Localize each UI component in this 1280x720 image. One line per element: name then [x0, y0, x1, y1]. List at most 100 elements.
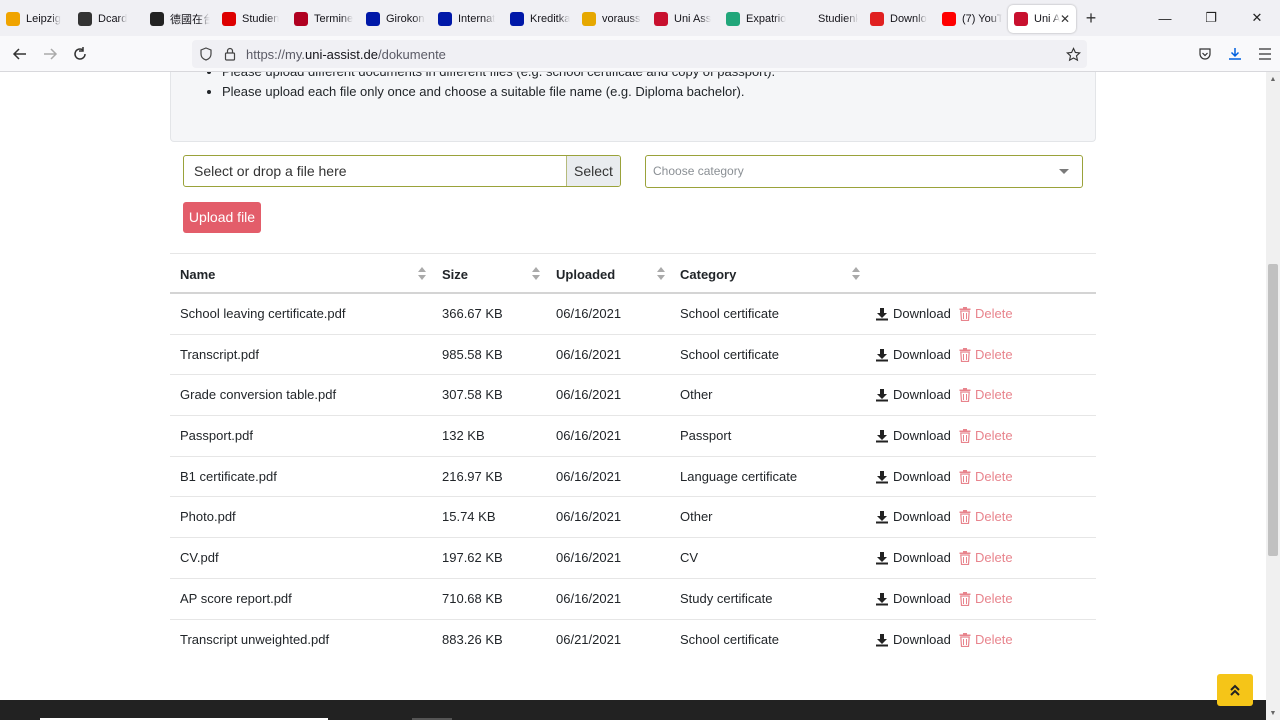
download-button[interactable]: Download	[875, 294, 951, 334]
delete-label: Delete	[975, 631, 1013, 647]
browser-tab[interactable]: Studienkolle	[792, 5, 864, 33]
delete-label: Delete	[975, 387, 1013, 403]
browser-tab[interactable]: Studien	[216, 5, 288, 33]
file-category: Passport	[680, 428, 732, 444]
delete-button[interactable]: Delete	[959, 497, 1013, 537]
table-row: Transcript unweighted.pdf 883.26 KB 06/21/…	[170, 620, 1096, 661]
select-file-button[interactable]: Select	[566, 156, 620, 186]
file-drop-input[interactable]: Select or drop a file here	[184, 156, 566, 186]
lock-icon[interactable]	[218, 40, 242, 68]
bookmark-star-icon[interactable]	[1061, 40, 1085, 68]
browser-tab[interactable]: vorauss	[576, 5, 648, 33]
youtube-icon	[942, 12, 956, 26]
shield-icon[interactable]	[194, 40, 218, 68]
download-icon	[876, 633, 888, 646]
upload-date: 06/16/2021	[556, 346, 622, 362]
scroll-down-icon[interactable]: ▼	[1266, 706, 1280, 720]
pocket-icon[interactable]	[1190, 47, 1220, 61]
tab-label: 德國在台	[170, 14, 210, 26]
browser-tab[interactable]: Girokon	[360, 5, 432, 33]
download-button[interactable]: Download	[875, 375, 951, 415]
tab-label: Uni Ass	[674, 13, 712, 25]
close-window-icon[interactable]: ✕	[1234, 0, 1280, 36]
browser-tab[interactable]: Termine	[288, 5, 360, 33]
file-size: 307.58 KB	[442, 387, 503, 403]
download-label: Download	[893, 387, 951, 403]
browser-tab[interactable]: Kreditka	[504, 5, 576, 33]
download-button[interactable]: Download	[875, 335, 951, 375]
tab-label: Leipzig	[26, 13, 61, 25]
sort-icon[interactable]	[852, 267, 861, 281]
delete-button[interactable]: Delete	[959, 579, 1013, 619]
browser-tab[interactable]: Downlo	[864, 5, 936, 33]
download-label: Download	[893, 468, 951, 484]
table-row: AP score report.pdf 710.68 KB 06/16/2021 St…	[170, 579, 1096, 620]
file-category: Other	[680, 387, 713, 403]
browser-tab[interactable]: Dcard	[72, 5, 144, 33]
browser-tab[interactable]: 德國在台	[144, 5, 216, 33]
header-size[interactable]: Size	[442, 254, 468, 295]
scroll-up-icon[interactable]: ▲	[1266, 72, 1280, 86]
file-name: Photo.pdf	[180, 509, 236, 525]
header-size-label: Size	[442, 267, 469, 282]
browser-tab[interactable]: Expatrio	[720, 5, 792, 33]
downloads-icon[interactable]	[1220, 47, 1250, 61]
delete-button[interactable]: Delete	[959, 620, 1013, 660]
scroll-to-top-button[interactable]	[1217, 674, 1253, 706]
download-button[interactable]: Download	[875, 620, 951, 660]
new-tab-button[interactable]: +	[1076, 8, 1106, 29]
header-category[interactable]: Category	[680, 254, 736, 295]
sort-icon[interactable]	[532, 267, 541, 281]
upload-file-button[interactable]: Upload file	[183, 202, 261, 233]
tab-label: Downlo	[890, 13, 927, 25]
upload-notice: Please upload different documents in dif…	[170, 72, 1096, 142]
forward-icon[interactable]	[35, 39, 65, 69]
browser-tab[interactable]: Uni Ass	[648, 5, 720, 33]
trash-icon	[959, 307, 971, 321]
download-label: Download	[893, 550, 951, 566]
delete-button[interactable]: Delete	[959, 335, 1013, 375]
upload-date: 06/16/2021	[556, 468, 622, 484]
category-select[interactable]: Choose category	[645, 155, 1083, 188]
scrollbar-thumb[interactable]	[1268, 264, 1278, 556]
browser-tab[interactable]: Uni A ✕	[1008, 5, 1076, 33]
download-button[interactable]: Download	[875, 579, 951, 619]
download-icon	[876, 552, 888, 565]
header-category-label: Category	[680, 267, 737, 282]
de-flag-icon	[222, 12, 236, 26]
delete-button[interactable]: Delete	[959, 416, 1013, 456]
header-uploaded[interactable]: Uploaded	[556, 254, 615, 295]
page-scrollbar[interactable]: ▲ ▼	[1266, 72, 1280, 720]
download-label: Download	[893, 306, 951, 321]
sort-icon[interactable]	[418, 267, 427, 281]
browser-tab[interactable]: (7) YouT	[936, 5, 1008, 33]
close-tab-icon[interactable]: ✕	[1060, 12, 1070, 26]
toolbar-right	[1190, 36, 1280, 72]
download-button[interactable]: Download	[875, 497, 951, 537]
browser-tab[interactable]: Internat	[432, 5, 504, 33]
upload-date: 06/16/2021	[556, 306, 622, 321]
download-icon	[876, 592, 888, 606]
download-icon	[876, 511, 888, 524]
header-name[interactable]: Name	[180, 254, 215, 295]
delete-button[interactable]: Delete	[959, 294, 1013, 334]
delete-button[interactable]: Delete	[959, 457, 1013, 497]
file-category: School certificate	[680, 346, 779, 362]
download-button[interactable]: Download	[875, 416, 951, 456]
download-button[interactable]: Download	[875, 538, 951, 578]
reload-icon[interactable]	[65, 39, 95, 69]
address-bar[interactable]: https://my.uni-assist.de/dokumente	[192, 40, 1087, 68]
page-content: Please upload different documents in dif…	[0, 72, 1266, 720]
download-button[interactable]: Download	[875, 457, 951, 497]
sort-icon[interactable]	[657, 267, 666, 281]
restore-icon[interactable]: ❐	[1188, 0, 1234, 36]
delete-button[interactable]: Delete	[959, 538, 1013, 578]
table-body: School leaving certificate.pdf 366.67 KB 0…	[170, 294, 1096, 660]
file-picker[interactable]: Select or drop a file here Select	[183, 155, 621, 187]
delete-button[interactable]: Delete	[959, 375, 1013, 415]
browser-tab[interactable]: Leipzig	[0, 5, 72, 33]
tab-label: Internat	[458, 13, 496, 25]
back-icon[interactable]	[5, 39, 35, 69]
menu-icon[interactable]	[1250, 48, 1280, 60]
minimize-icon[interactable]: —	[1142, 0, 1188, 36]
